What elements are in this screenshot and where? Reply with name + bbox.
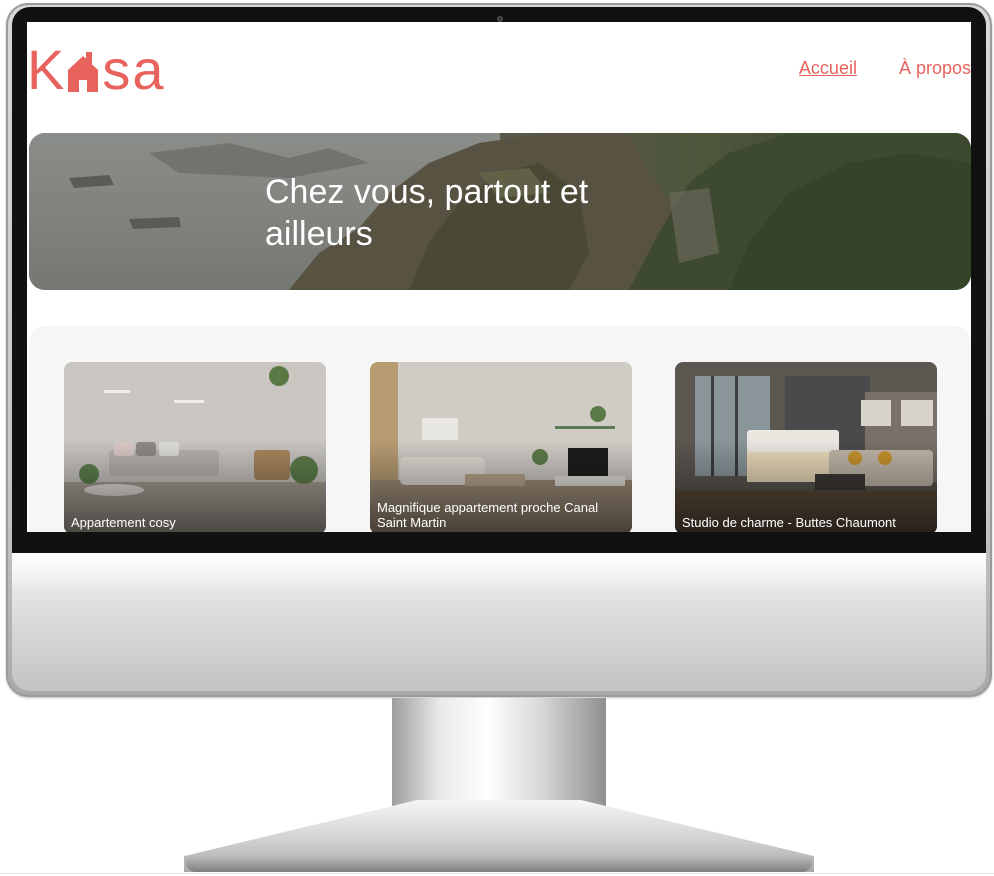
listing-title: Studio de charme - Buttes Chaumont: [682, 515, 896, 530]
ground-line: [0, 873, 994, 874]
banner-title: Chez vous, partout et ailleurs: [265, 173, 589, 253]
monitor-stand-neck: [392, 698, 606, 810]
listings-gallery: Appartement cosy Magnifique appartement …: [29, 326, 971, 532]
kasa-logo[interactable]: K sa: [27, 38, 166, 98]
listing-card[interactable]: Appartement cosy: [64, 362, 326, 532]
monitor-stand-edge: [186, 856, 812, 872]
listing-title: Appartement cosy: [71, 515, 176, 530]
website-screen: K sa Accueil À propos Chez vous, partout…: [27, 22, 971, 532]
logo-letters-sa: sa: [102, 38, 166, 101]
nav-link-a-propos[interactable]: À propos: [899, 58, 971, 79]
logo-letter-k: K: [27, 38, 67, 101]
site-header: K sa Accueil À propos: [27, 22, 971, 122]
listing-title: Magnifique appartement proche Canal Sain…: [377, 500, 599, 530]
listing-card[interactable]: Studio de charme - Buttes Chaumont: [675, 362, 937, 532]
listing-card[interactable]: Magnifique appartement proche Canal Sain…: [370, 362, 632, 532]
house-icon: [68, 52, 99, 92]
monitor-chin: [12, 553, 986, 691]
hero-banner: Chez vous, partout et ailleurs: [29, 133, 971, 290]
nav-link-accueil[interactable]: Accueil: [799, 58, 857, 79]
main-nav: Accueil À propos: [799, 58, 971, 79]
